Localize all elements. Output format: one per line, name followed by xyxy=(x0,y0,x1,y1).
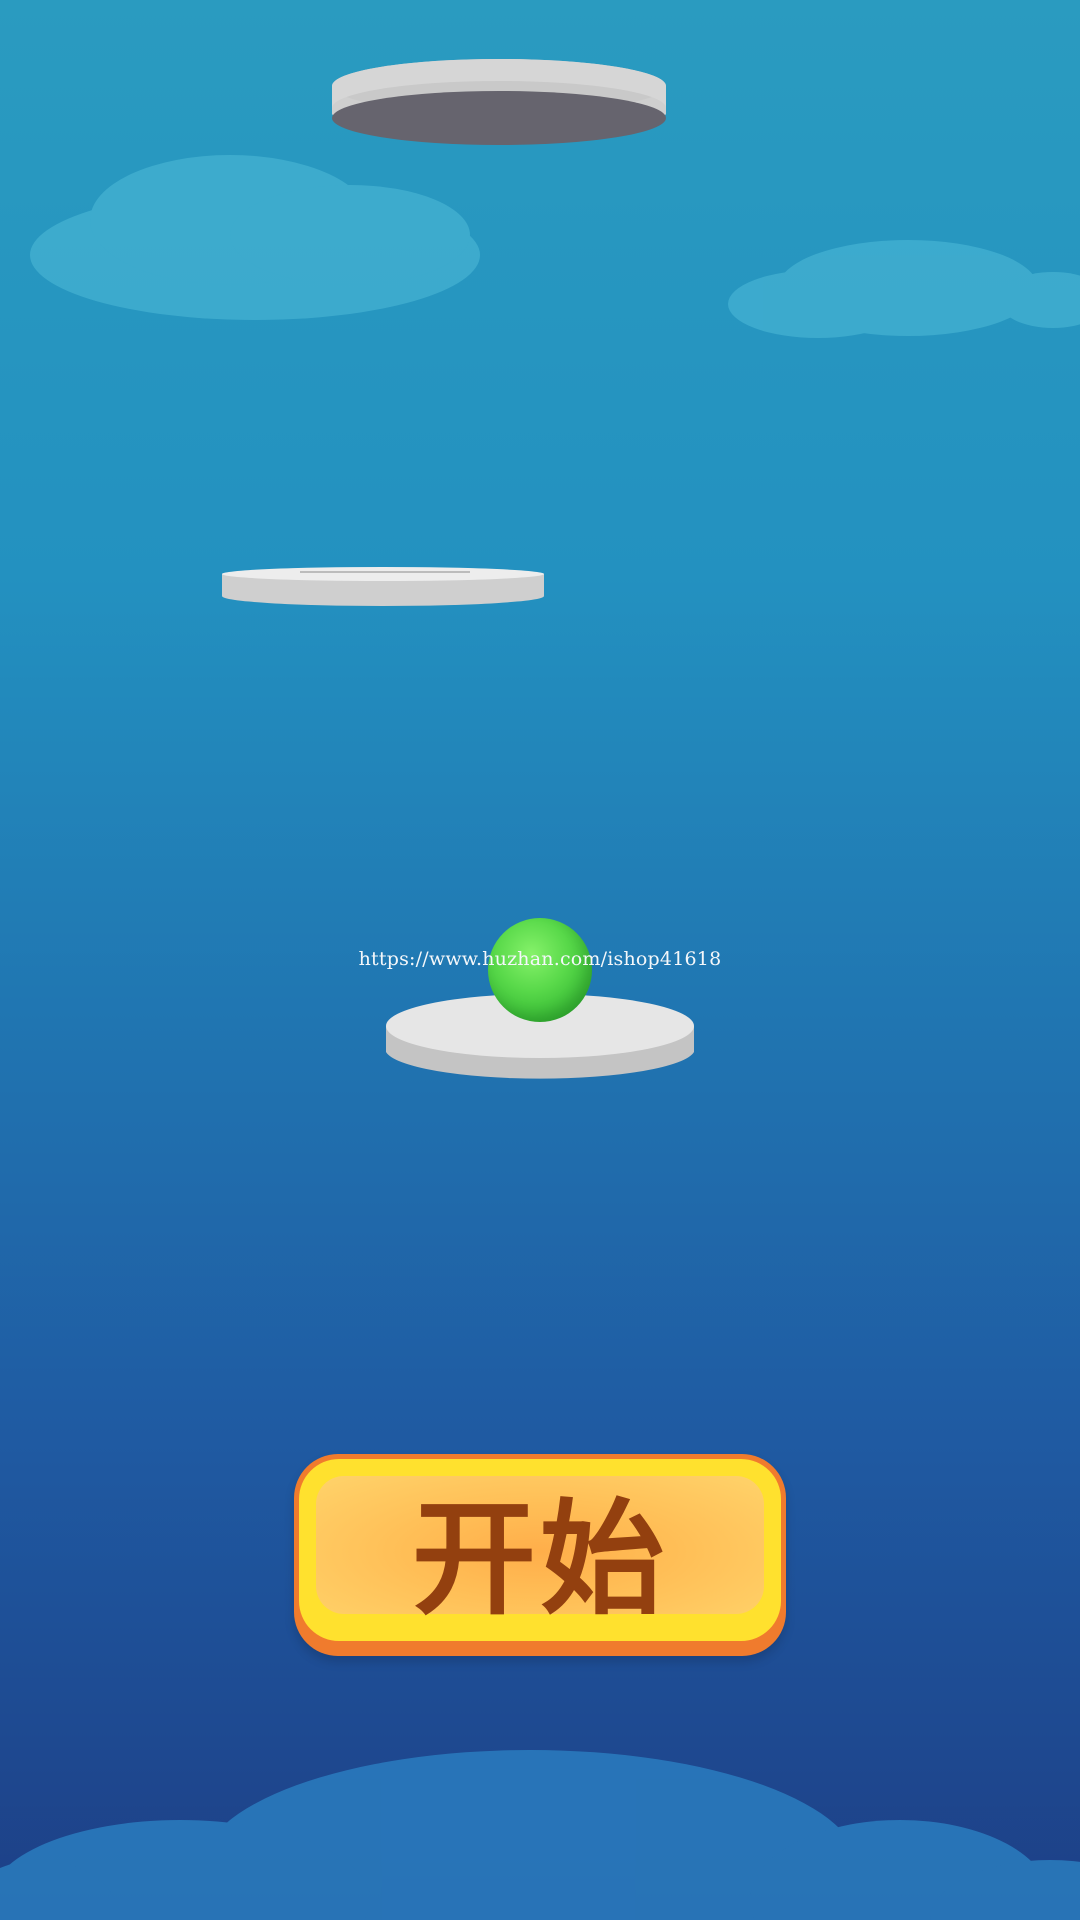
platform-top xyxy=(330,56,670,148)
platform-middle xyxy=(220,566,546,610)
watermark-url: https://www.huzhan.com/ishop41618 xyxy=(358,948,722,970)
green-ball xyxy=(488,918,592,1022)
cloud-bottom xyxy=(0,1750,1080,1920)
cloud-top-left xyxy=(30,150,490,330)
cloud-top-right xyxy=(728,236,1080,346)
start-button-label: 开始 xyxy=(411,1488,668,1632)
start-button[interactable]: 开始 xyxy=(294,1454,786,1656)
